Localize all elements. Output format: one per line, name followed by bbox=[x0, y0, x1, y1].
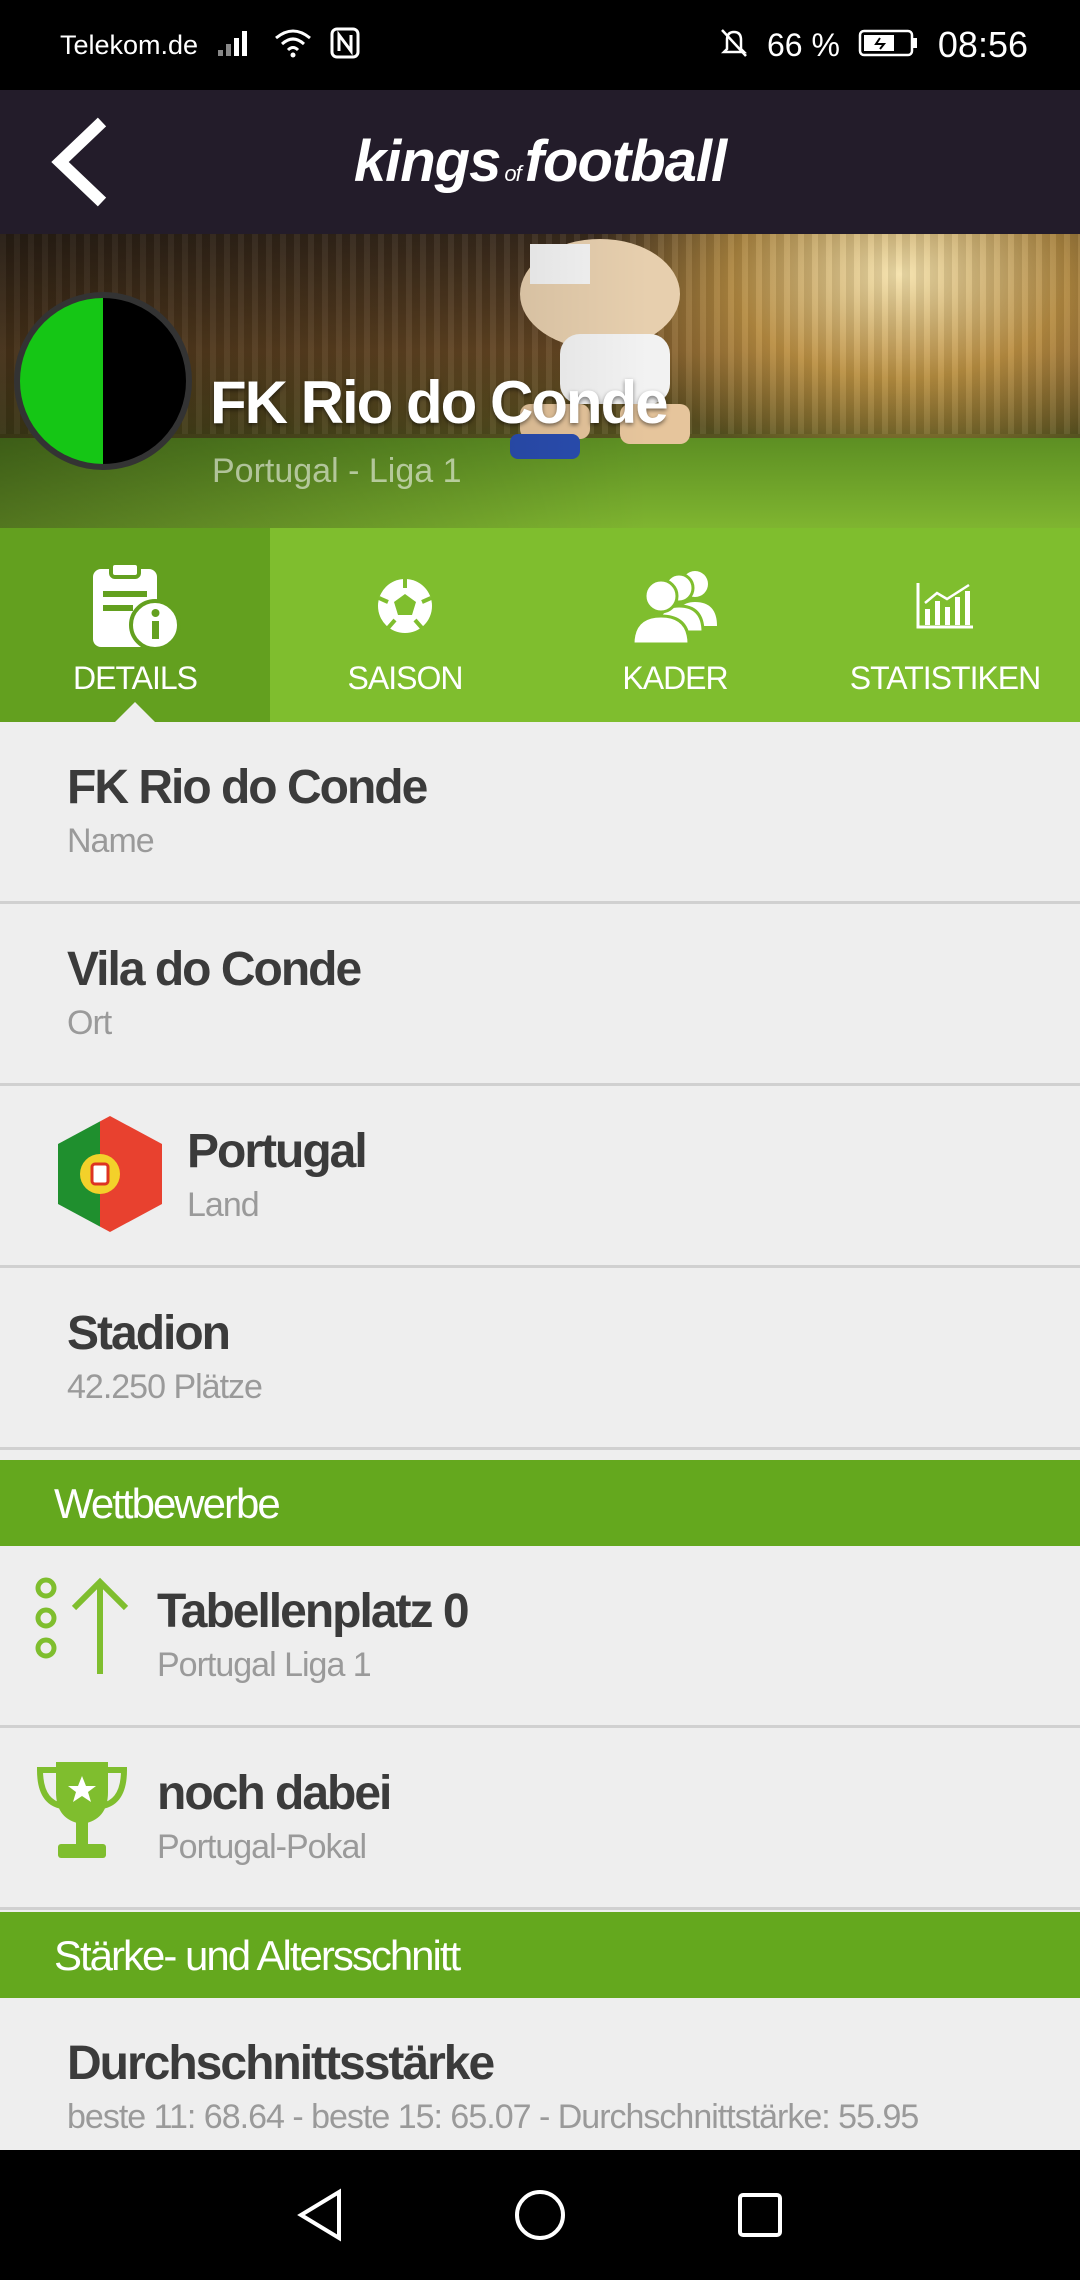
nav-home-button[interactable] bbox=[505, 2180, 575, 2250]
system-nav-bar bbox=[0, 2150, 1080, 2280]
tab-details[interactable]: DETAILS bbox=[0, 528, 270, 724]
portugal-flag-icon bbox=[58, 1116, 162, 1232]
nav-back-icon bbox=[297, 2188, 341, 2242]
carrier-name: Telekom.de bbox=[60, 29, 199, 60]
club-league: Portugal - Liga 1 bbox=[212, 452, 462, 490]
section-header-competitions: Wettbewerbe bbox=[0, 1460, 1080, 1546]
soccer-ball-icon bbox=[378, 579, 432, 633]
tab-statistiken[interactable]: STATISTIKEN bbox=[810, 528, 1080, 722]
team-icon bbox=[631, 571, 717, 646]
status-bar: Telekom.de 66 % 08:56 bbox=[0, 0, 1080, 90]
battery-icon bbox=[858, 28, 920, 63]
competition-row-cup: noch dabei Portugal-Pokal bbox=[0, 1728, 1080, 1910]
trophy-icon bbox=[36, 1762, 128, 1858]
detail-row-country: Portugal Land bbox=[0, 1086, 1080, 1268]
club-name: FK Rio do Conde bbox=[210, 369, 669, 436]
detail-row-name: FK Rio do Conde Name bbox=[0, 722, 1080, 904]
club-badge bbox=[14, 292, 192, 470]
detail-row-stadium: Stadion 42.250 Plätze bbox=[0, 1268, 1080, 1450]
battery-percent: 66 % bbox=[766, 26, 840, 63]
nav-recents-button[interactable] bbox=[725, 2180, 795, 2250]
nav-home-icon bbox=[515, 2190, 565, 2240]
mute-icon bbox=[719, 27, 749, 64]
signal-icon bbox=[216, 28, 256, 63]
details-icon bbox=[93, 561, 181, 651]
rank-up-icon bbox=[35, 1577, 129, 1674]
tab-kader[interactable]: KADER bbox=[540, 528, 810, 722]
app-header: kings offootball bbox=[0, 90, 1080, 234]
competition-row-league: Tabellenplatz 0 Portugal Liga 1 bbox=[0, 1546, 1080, 1728]
nav-back-button[interactable] bbox=[285, 2180, 355, 2250]
detail-row-city: Vila do Conde Ort bbox=[0, 904, 1080, 1086]
clock: 08:56 bbox=[937, 24, 1028, 65]
section-header-strength: Stärke- und Altersschnitt bbox=[0, 1912, 1080, 1998]
app-logo: kings offootball bbox=[353, 129, 727, 194]
nav-recents-icon bbox=[738, 2193, 782, 2237]
nfc-icon bbox=[330, 27, 360, 64]
tab-bar: DETAILS SAISON KADER STATISTIKEN bbox=[0, 528, 1080, 724]
wifi-icon bbox=[274, 28, 312, 63]
tab-saison[interactable]: SAISON bbox=[270, 528, 540, 722]
bar-chart-icon bbox=[916, 583, 973, 629]
